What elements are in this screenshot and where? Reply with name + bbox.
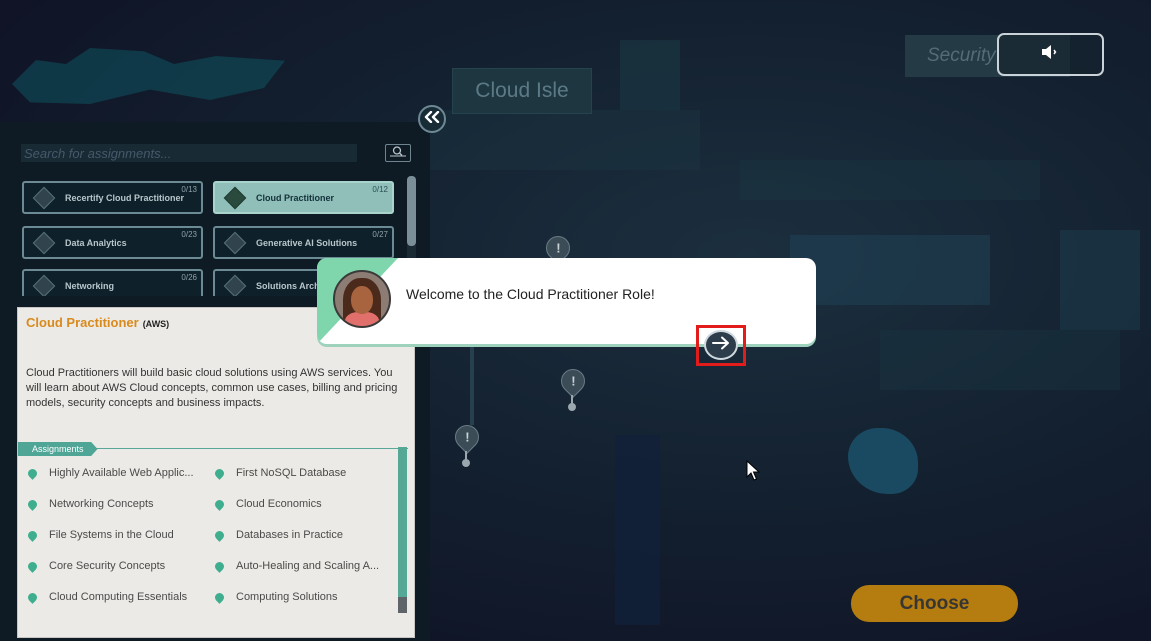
location-pin-icon: [213, 590, 226, 604]
map-building: [880, 330, 1120, 390]
assignment-item[interactable]: Auto-Healing and Scaling A...: [213, 557, 393, 575]
role-card-cloud-practitioner[interactable]: Cloud Practitioner 0/12: [213, 181, 394, 214]
map-land: [12, 48, 285, 104]
choose-button[interactable]: Choose: [851, 585, 1018, 622]
map-building: [430, 110, 700, 170]
region-label-cloud-isle: Cloud Isle: [452, 68, 592, 114]
search-icon: [389, 144, 407, 162]
map-path: [470, 345, 474, 425]
role-card-generative-ai-solutions[interactable]: Generative AI Solutions 0/27: [213, 226, 394, 259]
assignment-search-input[interactable]: [21, 144, 357, 162]
alert-icon: !: [450, 420, 484, 454]
location-pin-icon: [213, 528, 226, 542]
role-progress: 0/23: [181, 230, 197, 239]
role-diamond-icon: [223, 274, 247, 296]
location-pin-icon: [26, 466, 39, 480]
map-pin[interactable]: !: [450, 420, 484, 467]
assignment-item[interactable]: First NoSQL Database: [213, 464, 393, 482]
role-diamond-icon: [223, 231, 247, 254]
role-detail-card: Cloud Practitioner (AWS) Cloud Practition…: [17, 307, 415, 638]
role-diamond-icon: [32, 186, 56, 209]
dialog-message: Welcome to the Cloud Practitioner Role!: [406, 286, 655, 302]
role-detail-title: Cloud Practitioner (AWS): [26, 315, 170, 330]
role-diamond-icon: [32, 231, 56, 254]
map-building: [620, 40, 680, 110]
role-diamond-icon: [223, 186, 247, 209]
search-button[interactable]: [385, 144, 411, 162]
location-pin-icon: [213, 497, 226, 511]
assignment-item[interactable]: Cloud Computing Essentials: [26, 588, 206, 606]
location-pin-icon: [26, 559, 39, 573]
assignments-scrollbar[interactable]: [398, 447, 407, 613]
location-pin-icon: [213, 466, 226, 480]
map-building: [740, 160, 1040, 200]
welcome-dialog: Welcome to the Cloud Practitioner Role!: [317, 258, 816, 344]
role-card-data-analytics[interactable]: Data Analytics 0/23: [22, 226, 203, 259]
assignment-item[interactable]: Networking Concepts: [26, 495, 206, 513]
alert-icon: !: [556, 364, 590, 398]
arrow-right-icon: [711, 336, 731, 355]
assignment-item[interactable]: File Systems in the Cloud: [26, 526, 206, 544]
collapse-panel-button[interactable]: [418, 105, 446, 133]
sound-toggle-button[interactable]: [997, 33, 1104, 76]
role-progress: 0/27: [372, 230, 388, 239]
assignments-heading: Assignments: [18, 442, 98, 456]
assignment-item[interactable]: Core Security Concepts: [26, 557, 206, 575]
role-progress: 0/12: [372, 185, 388, 194]
assignment-item[interactable]: Cloud Economics: [213, 495, 393, 513]
role-card-recertify-cloud-practitioner[interactable]: Recertify Cloud Practitioner 0/13: [22, 181, 203, 214]
location-pin-icon: [26, 528, 39, 542]
role-name: Networking: [65, 280, 115, 291]
speaker-icon: [1040, 43, 1062, 66]
role-name: Cloud Practitioner: [256, 192, 335, 203]
assignment-item[interactable]: Highly Available Web Applic...: [26, 464, 206, 482]
assignment-item[interactable]: Databases in Practice: [213, 526, 393, 544]
location-pin-icon: [26, 497, 39, 511]
role-name: Data Analytics: [65, 237, 127, 248]
location-pin-icon: [213, 559, 226, 573]
map-pin[interactable]: !: [556, 364, 590, 411]
role-name: Recertify Cloud Practitioner: [65, 192, 185, 203]
role-progress: 0/13: [181, 185, 197, 194]
map-building: [1060, 230, 1140, 330]
map-building: [615, 435, 660, 625]
location-pin-icon: [26, 590, 39, 604]
role-card-networking[interactable]: Networking 0/26: [22, 269, 203, 296]
role-progress: 0/26: [181, 273, 197, 282]
mouse-cursor-icon: [746, 459, 761, 487]
map-building: [790, 235, 990, 305]
double-chevron-left-icon: [424, 110, 440, 128]
role-description: Cloud Practitioners will build basic clo…: [26, 367, 398, 409]
guide-avatar: [333, 270, 391, 328]
role-provider-tag: (AWS): [142, 319, 170, 329]
map-islet: [848, 428, 918, 494]
role-name: Generative AI Solutions: [256, 237, 358, 248]
role-diamond-icon: [32, 274, 56, 296]
assignment-item[interactable]: Computing Solutions: [213, 588, 393, 606]
dialog-next-button[interactable]: [704, 330, 738, 360]
